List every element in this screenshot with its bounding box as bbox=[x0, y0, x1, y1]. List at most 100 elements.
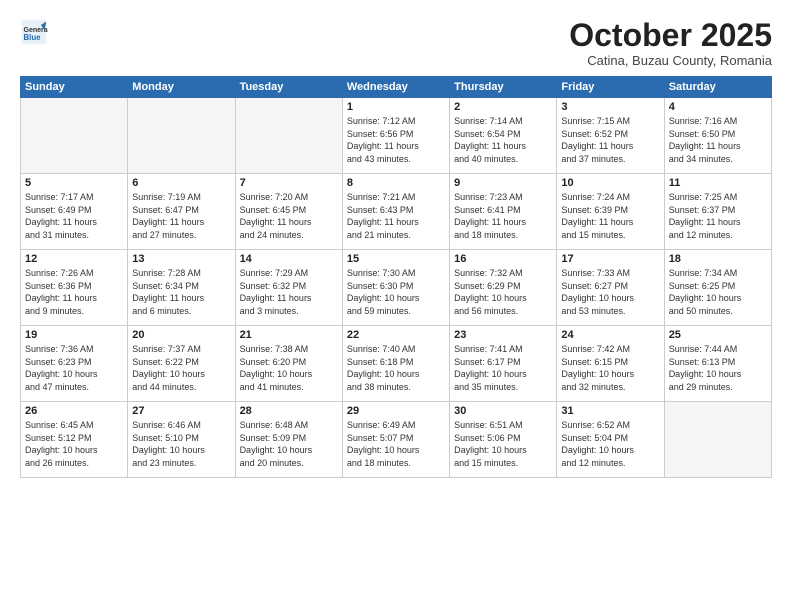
day-number: 3 bbox=[561, 101, 659, 113]
day-info: Sunrise: 7:37 AM Sunset: 6:22 PM Dayligh… bbox=[132, 343, 230, 393]
day-number: 27 bbox=[132, 405, 230, 417]
day-number: 12 bbox=[25, 253, 123, 265]
calendar-cell-w0d5: 3 Sunrise: 7:15 AM Sunset: 6:52 PM Daylig… bbox=[557, 98, 664, 174]
calendar-cell-w4d3: 29 Sunrise: 6:49 AM Sunset: 5:07 PM Dayli… bbox=[342, 402, 449, 478]
logo: General Blue bbox=[20, 18, 48, 46]
weekday-header-wednesday: Wednesday bbox=[342, 77, 449, 98]
day-number: 16 bbox=[454, 253, 552, 265]
calendar-cell-w3d5: 24 Sunrise: 7:42 AM Sunset: 6:15 PM Dayli… bbox=[557, 326, 664, 402]
calendar-cell-w0d2 bbox=[235, 98, 342, 174]
calendar-cell-w1d5: 10Sunrise: 7:24 AM Sunset: 6:39 PM Dayli… bbox=[557, 174, 664, 250]
calendar-cell-w0d6: 4Sunrise: 7:16 AM Sunset: 6:50 PM Daylig… bbox=[664, 98, 771, 174]
weekday-header-tuesday: Tuesday bbox=[235, 77, 342, 98]
day-info: Sunrise: 7:29 AM Sunset: 6:32 PM Dayligh… bbox=[240, 267, 338, 317]
day-number: 23 bbox=[454, 329, 552, 341]
calendar-cell-w4d4: 30Sunrise: 6:51 AM Sunset: 5:06 PM Dayli… bbox=[450, 402, 557, 478]
title-block: October 2025 Catina, Buzau County, Roman… bbox=[569, 18, 772, 68]
calendar-cell-w1d4: 9 Sunrise: 7:23 AM Sunset: 6:41 PM Daylig… bbox=[450, 174, 557, 250]
day-info: Sunrise: 7:12 AM Sunset: 6:56 PM Dayligh… bbox=[347, 115, 445, 165]
weekday-header-thursday: Thursday bbox=[450, 77, 557, 98]
day-number: 19 bbox=[25, 329, 123, 341]
calendar-cell-w2d2: 14 Sunrise: 7:29 AM Sunset: 6:32 PM Dayli… bbox=[235, 250, 342, 326]
weekday-header-monday: Monday bbox=[128, 77, 235, 98]
calendar-cell-w3d3: 22 Sunrise: 7:40 AM Sunset: 6:18 PM Dayli… bbox=[342, 326, 449, 402]
calendar-cell-w0d4: 2 Sunrise: 7:14 AM Sunset: 6:54 PM Daylig… bbox=[450, 98, 557, 174]
day-number: 6 bbox=[132, 177, 230, 189]
day-number: 17 bbox=[561, 253, 659, 265]
day-number: 1 bbox=[347, 101, 445, 113]
calendar-cell-w1d2: 7 Sunrise: 7:20 AM Sunset: 6:45 PM Daylig… bbox=[235, 174, 342, 250]
weekday-header-friday: Friday bbox=[557, 77, 664, 98]
day-info: Sunrise: 7:32 AM Sunset: 6:29 PM Dayligh… bbox=[454, 267, 552, 317]
calendar-cell-w0d0 bbox=[21, 98, 128, 174]
calendar-cell-w1d6: 11 Sunrise: 7:25 AM Sunset: 6:37 PM Dayli… bbox=[664, 174, 771, 250]
svg-text:Blue: Blue bbox=[24, 33, 42, 42]
calendar-cell-w2d0: 12Sunrise: 7:26 AM Sunset: 6:36 PM Dayli… bbox=[21, 250, 128, 326]
calendar-cell-w3d4: 23 Sunrise: 7:41 AM Sunset: 6:17 PM Dayli… bbox=[450, 326, 557, 402]
weekday-header-saturday: Saturday bbox=[664, 77, 771, 98]
calendar-cell-w1d1: 6 Sunrise: 7:19 AM Sunset: 6:47 PM Daylig… bbox=[128, 174, 235, 250]
day-number: 25 bbox=[669, 329, 767, 341]
day-info: Sunrise: 7:42 AM Sunset: 6:15 PM Dayligh… bbox=[561, 343, 659, 393]
day-info: Sunrise: 7:21 AM Sunset: 6:43 PM Dayligh… bbox=[347, 191, 445, 241]
day-info: Sunrise: 7:33 AM Sunset: 6:27 PM Dayligh… bbox=[561, 267, 659, 317]
day-number: 28 bbox=[240, 405, 338, 417]
day-number: 11 bbox=[669, 177, 767, 189]
day-info: Sunrise: 7:41 AM Sunset: 6:17 PM Dayligh… bbox=[454, 343, 552, 393]
calendar-cell-w4d0: 26Sunrise: 6:45 AM Sunset: 5:12 PM Dayli… bbox=[21, 402, 128, 478]
day-number: 9 bbox=[454, 177, 552, 189]
calendar-cell-w3d0: 19 Sunrise: 7:36 AM Sunset: 6:23 PM Dayli… bbox=[21, 326, 128, 402]
day-number: 24 bbox=[561, 329, 659, 341]
day-info: Sunrise: 7:36 AM Sunset: 6:23 PM Dayligh… bbox=[25, 343, 123, 393]
day-info: Sunrise: 6:46 AM Sunset: 5:10 PM Dayligh… bbox=[132, 419, 230, 469]
day-info: Sunrise: 6:48 AM Sunset: 5:09 PM Dayligh… bbox=[240, 419, 338, 469]
day-info: Sunrise: 7:20 AM Sunset: 6:45 PM Dayligh… bbox=[240, 191, 338, 241]
day-info: Sunrise: 7:23 AM Sunset: 6:41 PM Dayligh… bbox=[454, 191, 552, 241]
calendar-cell-w4d6 bbox=[664, 402, 771, 478]
day-info: Sunrise: 7:38 AM Sunset: 6:20 PM Dayligh… bbox=[240, 343, 338, 393]
day-info: Sunrise: 7:15 AM Sunset: 6:52 PM Dayligh… bbox=[561, 115, 659, 165]
calendar-cell-w2d4: 16 Sunrise: 7:32 AM Sunset: 6:29 PM Dayli… bbox=[450, 250, 557, 326]
day-info: Sunrise: 7:17 AM Sunset: 6:49 PM Dayligh… bbox=[25, 191, 123, 241]
day-number: 31 bbox=[561, 405, 659, 417]
day-number: 5 bbox=[25, 177, 123, 189]
calendar-cell-w1d3: 8 Sunrise: 7:21 AM Sunset: 6:43 PM Daylig… bbox=[342, 174, 449, 250]
day-info: Sunrise: 7:19 AM Sunset: 6:47 PM Dayligh… bbox=[132, 191, 230, 241]
calendar-cell-w0d3: 1 Sunrise: 7:12 AM Sunset: 6:56 PM Daylig… bbox=[342, 98, 449, 174]
day-info: Sunrise: 7:28 AM Sunset: 6:34 PM Dayligh… bbox=[132, 267, 230, 317]
day-number: 15 bbox=[347, 253, 445, 265]
day-number: 20 bbox=[132, 329, 230, 341]
calendar-cell-w4d5: 31 Sunrise: 6:52 AM Sunset: 5:04 PM Dayli… bbox=[557, 402, 664, 478]
calendar-cell-w3d6: 25 Sunrise: 7:44 AM Sunset: 6:13 PM Dayli… bbox=[664, 326, 771, 402]
calendar-cell-w4d2: 28 Sunrise: 6:48 AM Sunset: 5:09 PM Dayli… bbox=[235, 402, 342, 478]
day-number: 10 bbox=[561, 177, 659, 189]
day-number: 14 bbox=[240, 253, 338, 265]
month-title: October 2025 bbox=[569, 18, 772, 53]
day-number: 2 bbox=[454, 101, 552, 113]
day-number: 18 bbox=[669, 253, 767, 265]
day-info: Sunrise: 6:49 AM Sunset: 5:07 PM Dayligh… bbox=[347, 419, 445, 469]
day-number: 21 bbox=[240, 329, 338, 341]
day-number: 4 bbox=[669, 101, 767, 113]
calendar-cell-w3d2: 21 Sunrise: 7:38 AM Sunset: 6:20 PM Dayli… bbox=[235, 326, 342, 402]
calendar-cell-w4d1: 27 Sunrise: 6:46 AM Sunset: 5:10 PM Dayli… bbox=[128, 402, 235, 478]
day-info: Sunrise: 7:30 AM Sunset: 6:30 PM Dayligh… bbox=[347, 267, 445, 317]
day-number: 22 bbox=[347, 329, 445, 341]
day-info: Sunrise: 7:34 AM Sunset: 6:25 PM Dayligh… bbox=[669, 267, 767, 317]
calendar-cell-w2d1: 13 Sunrise: 7:28 AM Sunset: 6:34 PM Dayli… bbox=[128, 250, 235, 326]
day-number: 30 bbox=[454, 405, 552, 417]
day-number: 26 bbox=[25, 405, 123, 417]
day-number: 8 bbox=[347, 177, 445, 189]
calendar-cell-w2d3: 15 Sunrise: 7:30 AM Sunset: 6:30 PM Dayli… bbox=[342, 250, 449, 326]
day-number: 13 bbox=[132, 253, 230, 265]
day-number: 7 bbox=[240, 177, 338, 189]
day-info: Sunrise: 7:44 AM Sunset: 6:13 PM Dayligh… bbox=[669, 343, 767, 393]
day-info: Sunrise: 7:25 AM Sunset: 6:37 PM Dayligh… bbox=[669, 191, 767, 241]
day-info: Sunrise: 6:52 AM Sunset: 5:04 PM Dayligh… bbox=[561, 419, 659, 469]
day-info: Sunrise: 7:14 AM Sunset: 6:54 PM Dayligh… bbox=[454, 115, 552, 165]
location-subtitle: Catina, Buzau County, Romania bbox=[569, 53, 772, 68]
weekday-header-sunday: Sunday bbox=[21, 77, 128, 98]
day-number: 29 bbox=[347, 405, 445, 417]
calendar-cell-w2d5: 17 Sunrise: 7:33 AM Sunset: 6:27 PM Dayli… bbox=[557, 250, 664, 326]
day-info: Sunrise: 7:40 AM Sunset: 6:18 PM Dayligh… bbox=[347, 343, 445, 393]
